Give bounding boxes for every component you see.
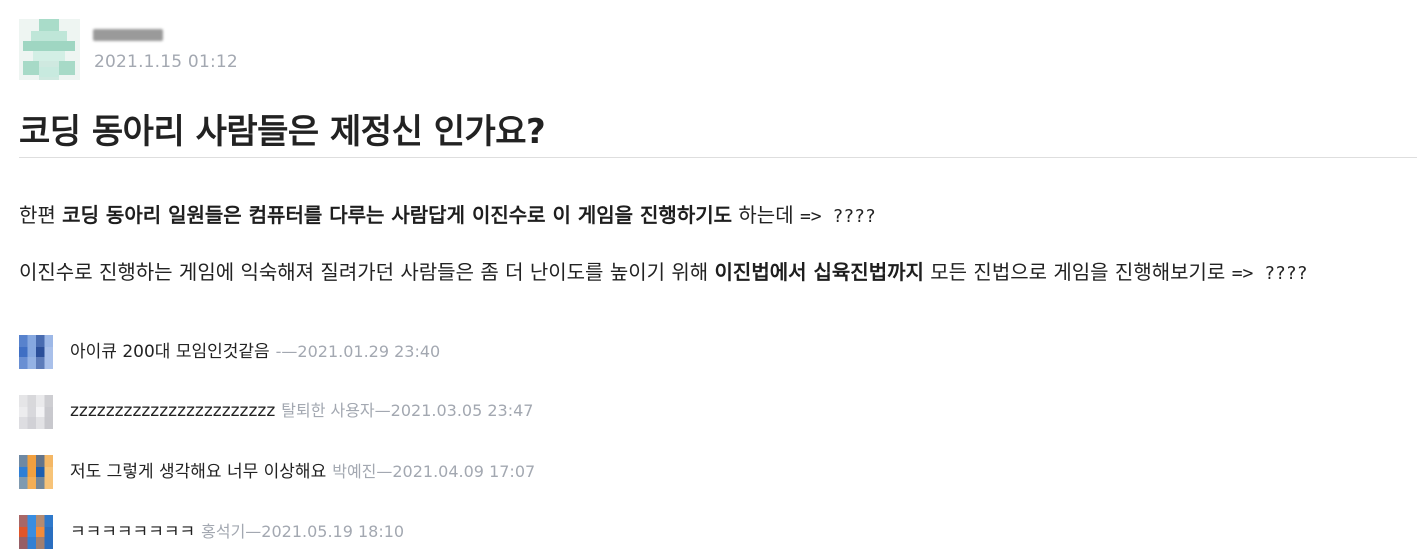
comment-item: 아이큐 200대 모임인것같음 -—2021.01.29 23:40 <box>19 330 1019 369</box>
para1-bold: 코딩 동아리 일원들은 컴퓨터를 다루는 사람답게 이진수로 이 게임을 진행하… <box>62 203 733 227</box>
comment-text: 저도 그렇게 생각해요 너무 이상해요 <box>70 462 327 482</box>
comment-item: 저도 그렇게 생각해요 너무 이상해요 박예진—2021.04.09 17:07 <box>19 450 1019 489</box>
para1-arrow: => ???? <box>799 206 876 227</box>
post-date: 2021.1.15 01:12 <box>94 52 238 72</box>
para2-arrow: => ???? <box>1231 263 1308 284</box>
author-name[interactable] <box>93 29 163 41</box>
para2-bold: 이진법에서 십육진법까지 <box>714 260 924 284</box>
post-author: 2021.1.15 01:12 <box>19 19 419 81</box>
post-paragraph-1: 한편 코딩 동아리 일원들은 컴퓨터를 다루는 사람답게 이진수로 이 게임을 … <box>19 199 876 228</box>
comment-item: ㅋㅋㅋㅋㅋㅋㅋㅋ 홍석기—2021.05.19 18:10 <box>19 510 1019 549</box>
comment-avatar[interactable] <box>19 395 53 429</box>
comment-meta: 탈퇴한 사용자—2021.03.05 23:47 <box>281 401 534 420</box>
para2-pre: 이진수로 진행하는 게임에 익숙해져 질려가던 사람들은 좀 더 난이도를 높이… <box>19 260 715 284</box>
comment-item: zzzzzzzzzzzzzzzzzzzzzzz 탈퇴한 사용자—2021.03.0… <box>19 390 1019 429</box>
para1-pre: 한편 <box>19 203 63 227</box>
author-avatar[interactable] <box>19 19 80 80</box>
post-paragraph-2: 이진수로 진행하는 게임에 익숙해져 질려가던 사람들은 좀 더 난이도를 높이… <box>19 256 1308 285</box>
comment-meta: 박예진—2021.04.09 17:07 <box>332 462 536 481</box>
comment-avatar[interactable] <box>19 515 53 549</box>
comment-meta: -—2021.01.29 23:40 <box>275 342 441 361</box>
title-divider <box>19 157 1417 158</box>
comment-avatar[interactable] <box>19 335 53 369</box>
para2-post: 모든 진법으로 게임을 진행해보기로 <box>923 260 1232 284</box>
para1-post: 하는데 <box>732 203 800 227</box>
comment-avatar[interactable] <box>19 455 53 489</box>
comment-text: 아이큐 200대 모임인것같음 <box>70 342 270 362</box>
comment-text: ㅋㅋㅋㅋㅋㅋㅋㅋ <box>70 522 196 542</box>
comment-text: zzzzzzzzzzzzzzzzzzzzzzz <box>70 401 276 421</box>
comment-meta: 홍석기—2021.05.19 18:10 <box>201 522 405 541</box>
post-title: 코딩 동아리 사람들은 제정신 인가요? <box>19 112 546 152</box>
